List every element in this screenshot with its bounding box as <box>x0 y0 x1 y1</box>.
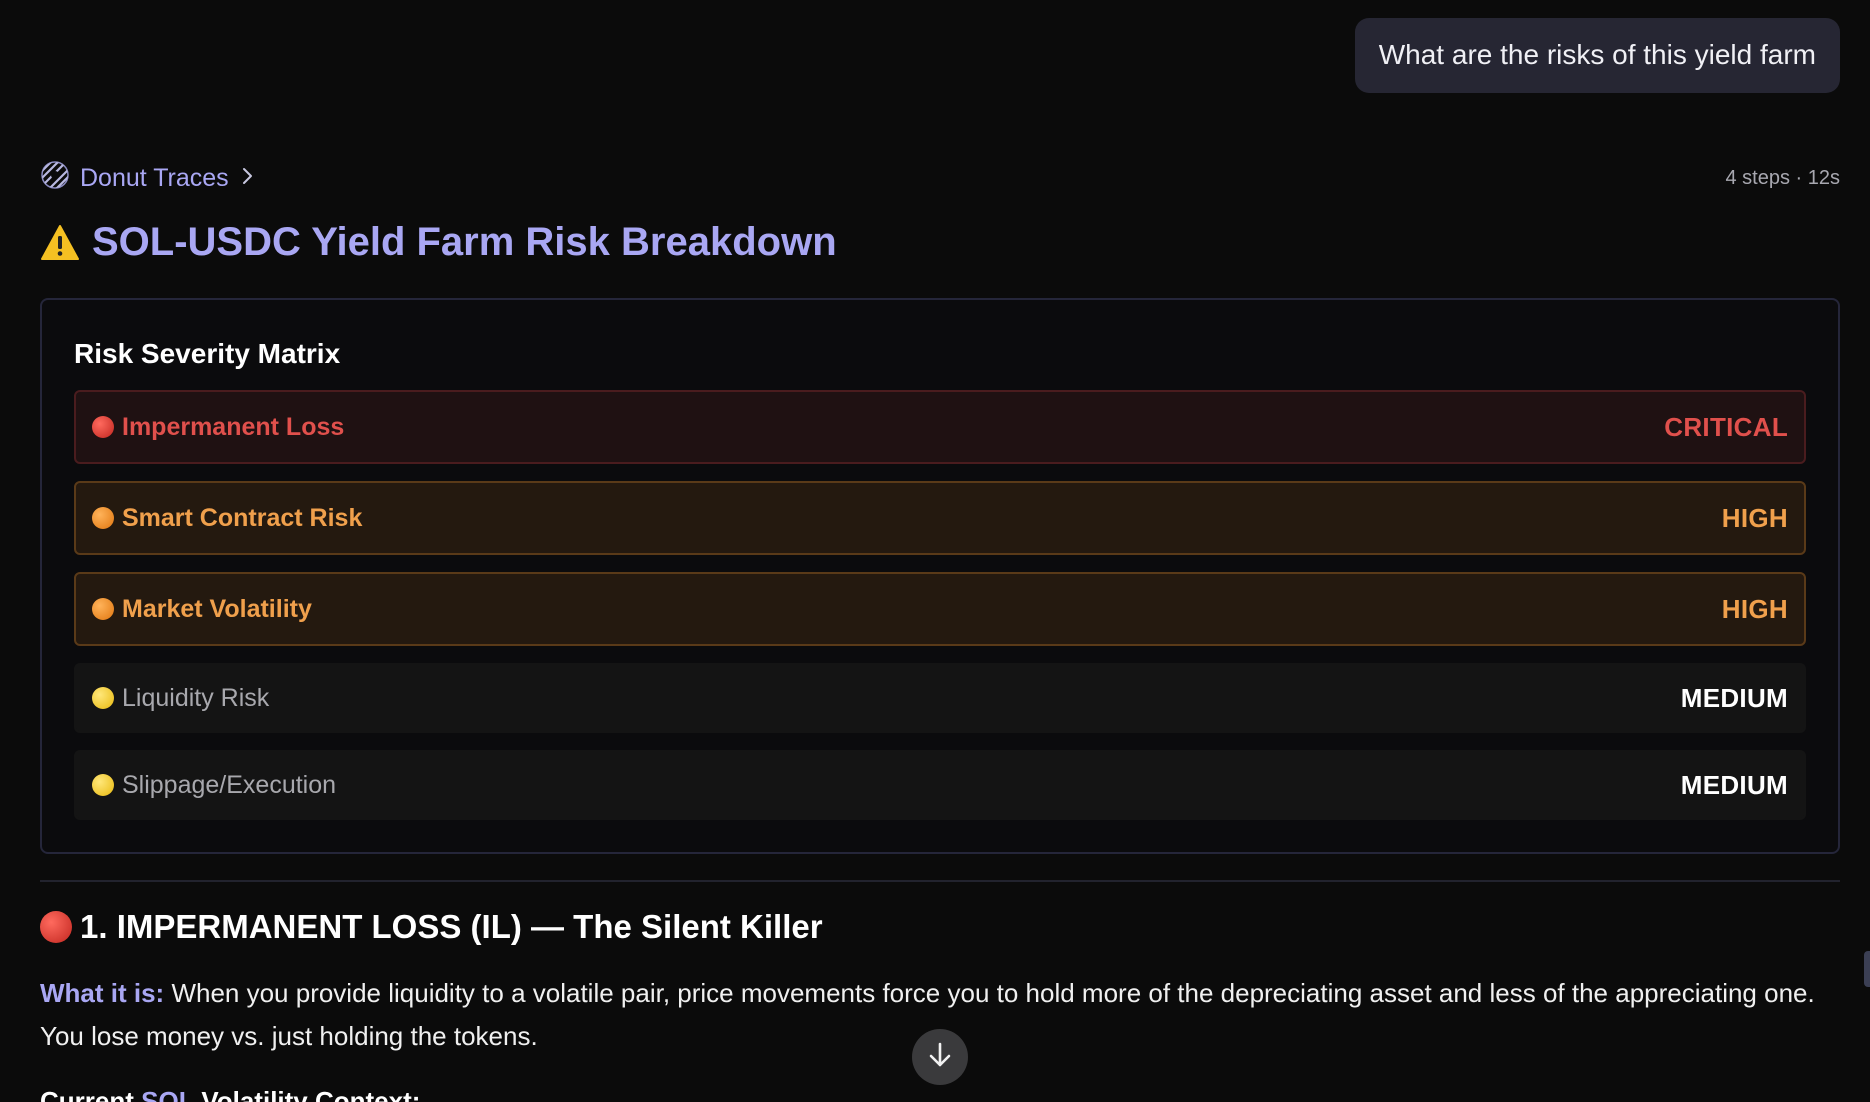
risk-name: Impermanent Loss <box>92 413 344 442</box>
section-heading-text: 1. IMPERMANENT LOSS (IL) — The Silent Ki… <box>80 908 823 945</box>
risk-row-impermanent-loss: Impermanent Loss CRITICAL <box>74 390 1806 464</box>
section-divider <box>40 880 1840 882</box>
risk-level: HIGH <box>1721 593 1788 624</box>
risk-row-slippage: Slippage/Execution MEDIUM <box>74 750 1806 820</box>
risk-row-market-volatility: Market Volatility HIGH <box>74 572 1806 646</box>
yellow-circle-icon <box>92 774 114 796</box>
donut-logo-icon <box>40 160 70 197</box>
risk-label: Impermanent Loss <box>122 412 345 441</box>
risk-label: Smart Contract Risk <box>122 503 363 532</box>
yellow-circle-icon <box>92 687 114 709</box>
trace-meta: 4 steps · 12s <box>1725 166 1840 189</box>
risk-severity-matrix: Risk Severity Matrix Impermanent Loss CR… <box>40 298 1840 854</box>
risk-level: MEDIUM <box>1680 682 1788 713</box>
risk-level: HIGH <box>1721 502 1788 533</box>
red-circle-icon <box>40 911 72 943</box>
risk-level: CRITICAL <box>1664 411 1788 442</box>
risk-level: MEDIUM <box>1680 769 1788 800</box>
subsection-prefix: Current <box>40 1086 142 1102</box>
user-message-bubble: What are the risks of this yield farm <box>1354 18 1840 93</box>
user-message-text: What are the risks of this yield farm <box>1378 39 1816 70</box>
page-title-text: SOL-USDC Yield Farm Risk Breakdown <box>92 220 837 264</box>
subsection-heading: Current SOL Volatility Context: <box>40 1080 420 1102</box>
chat-page: What are the risks of this yield farm Do… <box>0 0 1870 1102</box>
risk-name: Slippage/Execution <box>92 771 336 800</box>
chevron-right-icon <box>239 164 257 193</box>
page-title: SOL-USDC Yield Farm Risk Breakdown <box>40 220 837 265</box>
what-it-is-label: What it is: <box>40 978 165 1008</box>
risk-label: Market Volatility <box>122 594 312 623</box>
orange-circle-icon <box>92 507 114 529</box>
subsection-accent: SOL <box>141 1086 195 1102</box>
subsection-suffix: Volatility Context: <box>194 1086 421 1102</box>
risk-name: Market Volatility <box>92 595 312 624</box>
risk-label: Liquidity Risk <box>122 683 270 712</box>
section-heading: 1. IMPERMANENT LOSS (IL) — The Silent Ki… <box>40 908 823 946</box>
risk-name: Smart Contract Risk <box>92 504 362 533</box>
warning-icon <box>40 224 80 262</box>
orange-circle-icon <box>92 598 114 620</box>
red-circle-icon <box>92 416 114 438</box>
trace-header: Donut Traces 4 steps · 12s <box>40 160 1840 196</box>
matrix-title: Risk Severity Matrix <box>74 338 341 369</box>
scroll-to-bottom-button[interactable] <box>912 1029 968 1085</box>
risk-row-liquidity: Liquidity Risk MEDIUM <box>74 663 1806 733</box>
trace-label: Donut Traces <box>80 163 229 192</box>
risk-name: Liquidity Risk <box>92 684 269 713</box>
arrow-down-icon <box>927 1041 953 1074</box>
risk-label: Slippage/Execution <box>122 770 337 799</box>
donut-traces-link[interactable]: Donut Traces <box>40 160 257 197</box>
scrollbar-handle[interactable] <box>1864 951 1870 987</box>
risk-row-smart-contract: Smart Contract Risk HIGH <box>74 481 1806 555</box>
